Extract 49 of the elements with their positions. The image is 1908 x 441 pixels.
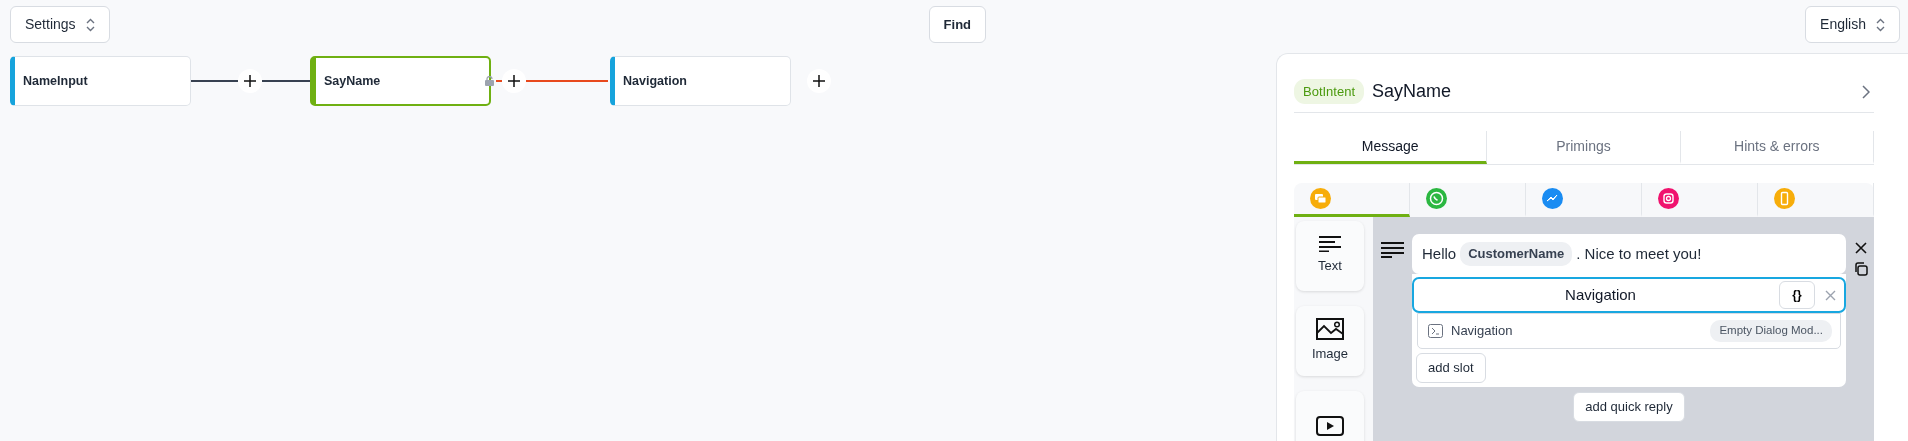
message-bubble[interactable]: Hello CustomerName . Nice to meet you! xyxy=(1412,234,1846,274)
add-node-button[interactable] xyxy=(807,69,831,93)
add-quick-reply-button[interactable]: add quick reply xyxy=(1573,392,1685,422)
connector-line xyxy=(262,80,310,82)
language-dropdown[interactable]: English xyxy=(1805,6,1900,43)
lightning-bubble-icon xyxy=(1542,188,1563,209)
message-type-card[interactable]: Image xyxy=(1296,306,1364,376)
add-node-button[interactable] xyxy=(502,69,526,93)
variable-chip: CustomerName xyxy=(1460,242,1573,266)
card-label: Text xyxy=(1318,257,1342,276)
find-button[interactable]: Find xyxy=(928,6,987,43)
menu-icon[interactable] xyxy=(1381,242,1404,258)
message-type-card[interactable] xyxy=(1296,391,1364,441)
terminal-icon xyxy=(1428,324,1443,338)
quick-reply-field[interactable]: Navigation {} xyxy=(1412,277,1846,313)
camera-icon xyxy=(1658,188,1679,209)
mobile-phone-icon xyxy=(1774,188,1795,209)
suggestion-label: Navigation xyxy=(1451,322,1514,341)
message-text: . Nice to meet you! xyxy=(1576,243,1702,264)
plus-icon xyxy=(508,75,520,87)
tab[interactable]: Hints & errors xyxy=(1680,131,1874,164)
speech-bubble-icon xyxy=(1310,188,1331,209)
variable-button[interactable]: {} xyxy=(1779,281,1815,309)
play-icon xyxy=(1316,416,1344,436)
tab[interactable]: Primings xyxy=(1487,131,1681,164)
image-icon xyxy=(1316,318,1344,341)
card-label: Image xyxy=(1311,345,1349,364)
type-tag: BotIntent xyxy=(1294,78,1365,105)
sort-icon xyxy=(85,17,95,32)
message-type-card[interactable]: Text xyxy=(1296,221,1364,291)
lines-icon xyxy=(1319,236,1341,253)
sort-icon xyxy=(1876,17,1885,32)
flow-node[interactable]: NameInput xyxy=(10,56,191,106)
panel-title: SayName xyxy=(1372,80,1453,103)
add-node-button[interactable] xyxy=(238,69,262,93)
add-slot-button[interactable]: add slot xyxy=(1416,353,1486,383)
tab[interactable]: Message xyxy=(1294,131,1488,164)
module-tag: Empty Dialog Mod... xyxy=(1710,320,1832,342)
phone-bubble-icon xyxy=(1426,188,1447,209)
flow-node[interactable]: SayName xyxy=(310,56,491,106)
chevron-right-icon[interactable] xyxy=(1862,84,1870,99)
message-text: Hello xyxy=(1422,243,1457,264)
copy-icon[interactable] xyxy=(1854,262,1868,276)
flow-node[interactable]: Navigation xyxy=(610,56,791,106)
suggestion-item[interactable]: Navigation Empty Dialog Mod... xyxy=(1417,313,1841,349)
plus-icon xyxy=(813,75,825,87)
close-icon[interactable] xyxy=(1855,242,1867,254)
plus-icon xyxy=(244,75,256,87)
settings-dropdown[interactable]: Settings xyxy=(10,6,110,43)
